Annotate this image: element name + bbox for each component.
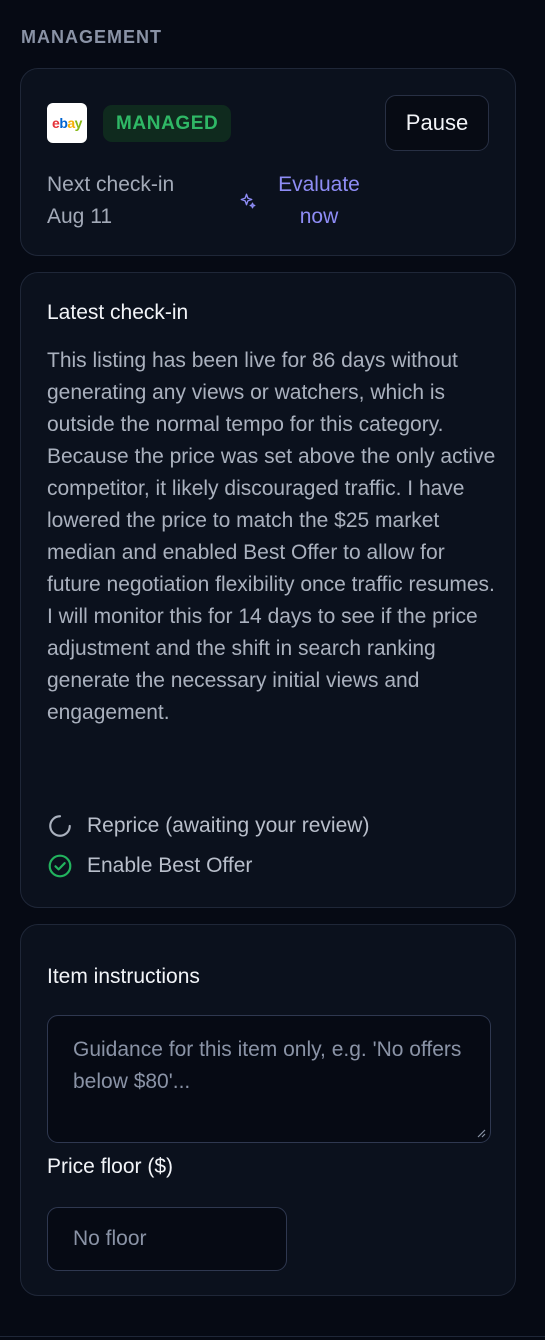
next-checkin-date: Aug 11: [47, 205, 112, 228]
action-best-offer-label: Enable Best Offer: [87, 854, 253, 877]
item-instructions-placeholder: Guidance for this item only, e.g. 'No of…: [73, 1038, 462, 1093]
pause-button[interactable]: Pause: [385, 95, 489, 151]
section-label: MANAGEMENT: [21, 27, 162, 47]
action-enable-best-offer: Enable Best Offer: [47, 853, 252, 879]
latest-checkin-title: Latest check-in: [47, 301, 189, 324]
latest-checkin-card: Latest check-in This listing has been li…: [20, 272, 516, 908]
price-floor-input[interactable]: No floor: [47, 1207, 287, 1271]
next-checkin-label: Next check-in: [47, 173, 175, 196]
management-status-card: ebay MANAGED Pause Next check-in Aug 11 …: [20, 68, 516, 256]
evaluate-now-button[interactable]: Evaluate now: [239, 169, 369, 233]
action-reprice[interactable]: Reprice (awaiting your review): [47, 813, 369, 839]
check-circle-icon: [48, 854, 72, 878]
next-checkin: Next check-in Aug 11: [47, 169, 174, 233]
sparkle-icon: [240, 193, 256, 209]
spinner-icon: [49, 815, 71, 837]
price-floor-label: Price floor ($): [47, 1155, 174, 1178]
item-instructions-title: Item instructions: [47, 965, 200, 988]
item-instructions-textarea[interactable]: Guidance for this item only, e.g. 'No of…: [47, 1015, 491, 1143]
ebay-logo-letter: y: [74, 115, 83, 131]
checkin-summary: This listing has been live for 86 days w…: [47, 349, 496, 724]
ebay-logo-letter: a: [67, 115, 75, 131]
managed-badge: MANAGED: [103, 105, 232, 142]
ebay-logo-letter: b: [59, 115, 68, 131]
resize-handle-icon[interactable]: [476, 1128, 486, 1138]
action-reprice-label: Reprice (awaiting your review): [87, 814, 370, 837]
evaluate-now-label: Evaluate now: [278, 173, 360, 228]
item-instructions-card: Item instructions Guidance for this item…: [20, 924, 516, 1296]
ebay-logo-letter: e: [52, 115, 60, 131]
bottom-divider: [0, 1336, 545, 1337]
ebay-logo: ebay: [47, 103, 87, 143]
